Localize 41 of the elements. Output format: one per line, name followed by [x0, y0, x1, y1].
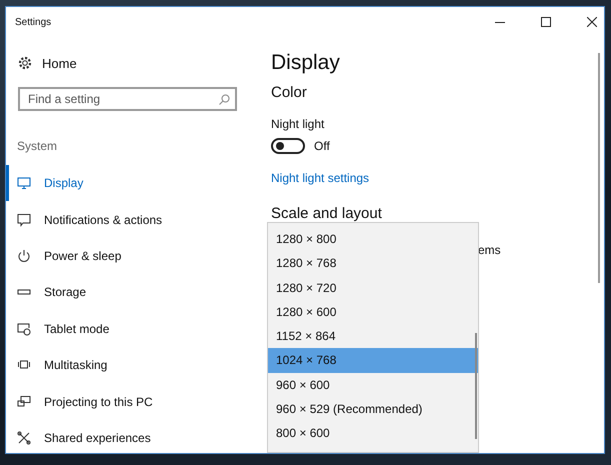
toggle-state: Off [314, 139, 330, 153]
sidebar-item[interactable]: Storage [6, 274, 266, 311]
resolution-option[interactable]: 1280 × 720 [268, 276, 478, 300]
resolution-option[interactable]: 800 × 600 [268, 421, 478, 446]
sidebar-item[interactable]: Notifications & actions [6, 201, 266, 238]
sidebar-item[interactable]: Shared experiences [6, 420, 266, 456]
section-heading: System [17, 139, 58, 153]
scrollbar[interactable] [598, 53, 600, 283]
page-title: Display [271, 51, 340, 75]
night-light-settings-link[interactable]: Night light settings [271, 171, 370, 185]
scrollbar[interactable] [475, 333, 477, 439]
tablet-icon [17, 322, 31, 336]
resolution-option[interactable]: 960 × 529 (Recommended) [268, 397, 478, 422]
window-title: Settings [15, 16, 52, 28]
night-light-toggle[interactable] [271, 138, 305, 154]
sidebar-item[interactable]: Projecting to this PC [6, 383, 266, 420]
section-heading: Scale and layout [271, 205, 382, 222]
sidebar-item[interactable]: Power & sleep [6, 238, 266, 274]
search-icon [219, 94, 230, 105]
close-icon[interactable] [587, 17, 597, 27]
maximize-icon[interactable] [541, 17, 551, 27]
night-light-label: Night light [271, 117, 324, 131]
power-icon [17, 248, 31, 263]
share-icon [17, 430, 31, 445]
resolution-option[interactable]: 1280 × 600 [268, 300, 478, 324]
message-icon [17, 212, 31, 227]
home-link[interactable]: Home [18, 49, 77, 77]
resolution-option[interactable]: 1024 × 768 [268, 348, 478, 373]
search-field[interactable]: Find a setting [18, 87, 237, 111]
sidebar-item[interactable]: Tablet mode [6, 310, 266, 347]
settings-icon [18, 56, 32, 70]
resolution-option[interactable]: 1280 × 800 [268, 227, 478, 252]
setting-text: ems [478, 243, 501, 257]
resolution-option[interactable]: 1280 × 768 [268, 251, 478, 276]
sidebar-item[interactable]: Multitasking [6, 346, 266, 384]
monitor-icon [17, 176, 31, 190]
section-heading: Color [271, 84, 307, 101]
resolution-option[interactable]: 960 × 600 [268, 372, 478, 398]
screen-icon [17, 394, 31, 409]
resolution-option[interactable]: 1152 × 864 [268, 324, 478, 348]
sidebar-item[interactable]: Display [6, 165, 266, 202]
